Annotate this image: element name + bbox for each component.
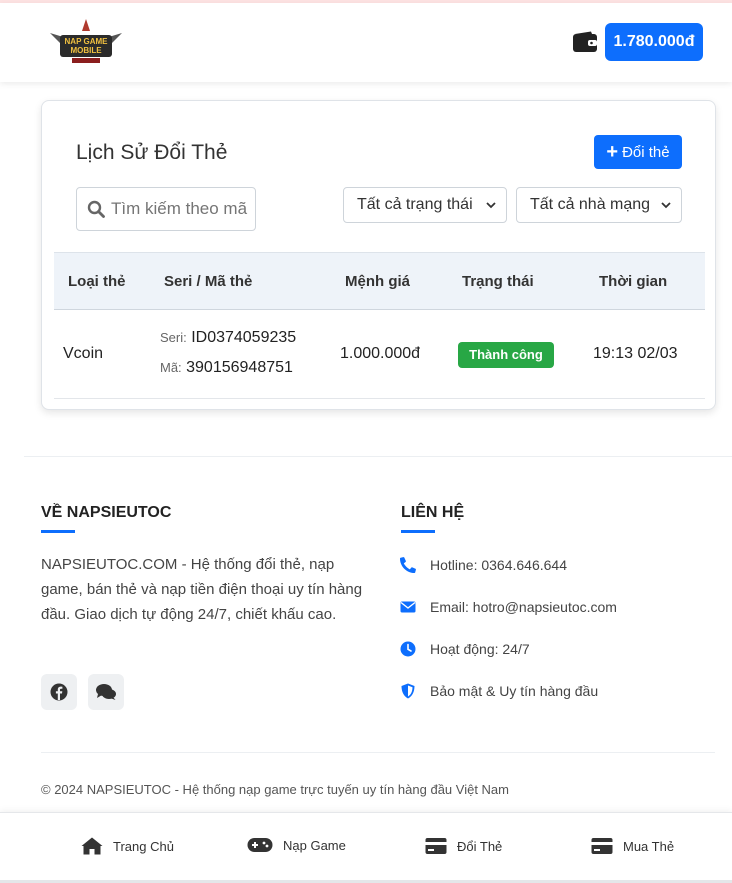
contact-hours: Hoạt động: 24/7 (400, 639, 530, 659)
network-filter-select[interactable]: Tất cả nhà mạng (516, 187, 682, 223)
value-cell: 1.000.000đ (340, 345, 421, 362)
security-text: Bảo mật & Uy tín hàng đầu (430, 683, 599, 699)
exchange-history-card: Lịch Sử Đổi Thẻ + Đổi thẻ Tất cả trạng t… (41, 100, 716, 410)
nav-exchange-label: Đổi Thẻ (457, 838, 503, 854)
nav-item-buy[interactable]: Mua Thẻ (591, 837, 674, 855)
copyright-divider (41, 752, 715, 753)
serial-cell: Seri: ID0374059235 (160, 329, 296, 347)
wallet-icon (572, 31, 598, 53)
time-cell: 19:13 02/03 (593, 345, 678, 362)
site-header: NAP GAME MOBILE 1.780.000đ (0, 3, 732, 82)
nav-home-label: Trang Chủ (113, 838, 174, 854)
nav-item-exchange[interactable]: Đổi Thẻ (425, 837, 502, 855)
code-value: 390156948751 (186, 359, 293, 376)
code-cell: Mã: 390156948751 (160, 359, 293, 377)
gamepad-icon (247, 838, 273, 852)
contact-heading-underline (401, 530, 435, 533)
about-heading-underline (41, 530, 75, 533)
hours-text: Hoạt động: 24/7 (430, 641, 530, 657)
exchange-card-button[interactable]: + Đổi thẻ (594, 135, 682, 169)
email-text: Email: hotro@napsieutoc.com (430, 599, 617, 615)
about-heading: VỀ NAPSIEUTOC (41, 504, 172, 521)
facebook-link[interactable] (41, 674, 77, 710)
nav-item-home[interactable]: Trang Chủ (81, 837, 174, 855)
column-header-card-type: Loại thẻ (68, 273, 126, 290)
nav-buy-label: Mua Thẻ (623, 838, 675, 854)
table-row: Vcoin Seri: ID0374059235 Mã: 39015694875… (54, 310, 705, 399)
network-filter-value: Tất cả nhà mạng (530, 196, 651, 213)
copyright-text: © 2024 NAPSIEUTOC - Hệ thống nạp game tr… (41, 782, 509, 797)
plus-icon: + (606, 141, 619, 163)
column-header-value: Mệnh giá (345, 273, 411, 290)
credit-card-icon (591, 838, 613, 854)
svg-text:MOBILE: MOBILE (70, 46, 102, 55)
status-badge: Thành công (458, 342, 554, 368)
clock-icon (400, 641, 416, 657)
serial-value: ID0374059235 (191, 329, 297, 346)
credit-card-icon (425, 838, 447, 854)
column-header-time: Thời gian (599, 273, 668, 290)
facebook-icon (50, 683, 68, 701)
code-label: Mã: (160, 360, 182, 375)
svg-text:NAP GAME: NAP GAME (65, 37, 109, 46)
serial-label: Seri: (160, 330, 187, 345)
chevron-down-icon (486, 202, 496, 209)
hotline-text: Hotline: 0364.646.644 (430, 557, 567, 573)
search-input[interactable] (111, 199, 251, 219)
search-icon (87, 200, 105, 218)
phone-icon (400, 557, 416, 573)
column-header-status: Trạng thái (462, 273, 534, 290)
search-box[interactable] (76, 187, 256, 231)
status-filter-value: Tất cả trạng thái (357, 196, 473, 213)
balance-button[interactable]: 1.780.000đ (605, 23, 703, 61)
status-filter-select[interactable]: Tất cả trạng thái (343, 187, 507, 223)
contact-security: Bảo mật & Uy tín hàng đầu (400, 681, 598, 701)
shield-icon (401, 683, 415, 699)
contact-hotline[interactable]: Hotline: 0364.646.644 (400, 555, 567, 575)
chevron-down-icon (661, 202, 671, 209)
card-type-cell: Vcoin (63, 345, 104, 362)
envelope-icon (400, 601, 416, 613)
page-title: Lịch Sử Đổi Thẻ (76, 141, 228, 164)
chat-link[interactable] (88, 674, 124, 710)
exchange-card-label: Đổi thẻ (622, 143, 670, 161)
table-header: Loại thẻ Seri / Mã thẻ Mệnh giá Trạng th… (54, 252, 705, 310)
home-icon (81, 837, 103, 855)
contact-heading: LIÊN HỆ (401, 504, 465, 521)
about-text: NAPSIEUTOC.COM - Hệ thống đổi thẻ, nạp g… (41, 556, 363, 623)
contact-email[interactable]: Email: hotro@napsieutoc.com (400, 597, 617, 617)
bottom-navigation: Trang Chủ Nạp Game Đổi Thẻ Mua Thẻ (0, 812, 732, 883)
footer-divider (24, 456, 732, 457)
chat-icon (96, 684, 116, 700)
nav-game-label: Nạp Game (283, 837, 346, 853)
nav-item-game[interactable]: Nạp Game (247, 837, 346, 853)
site-logo[interactable]: NAP GAME MOBILE (48, 17, 124, 69)
column-header-serial-code: Seri / Mã thẻ (164, 273, 253, 290)
